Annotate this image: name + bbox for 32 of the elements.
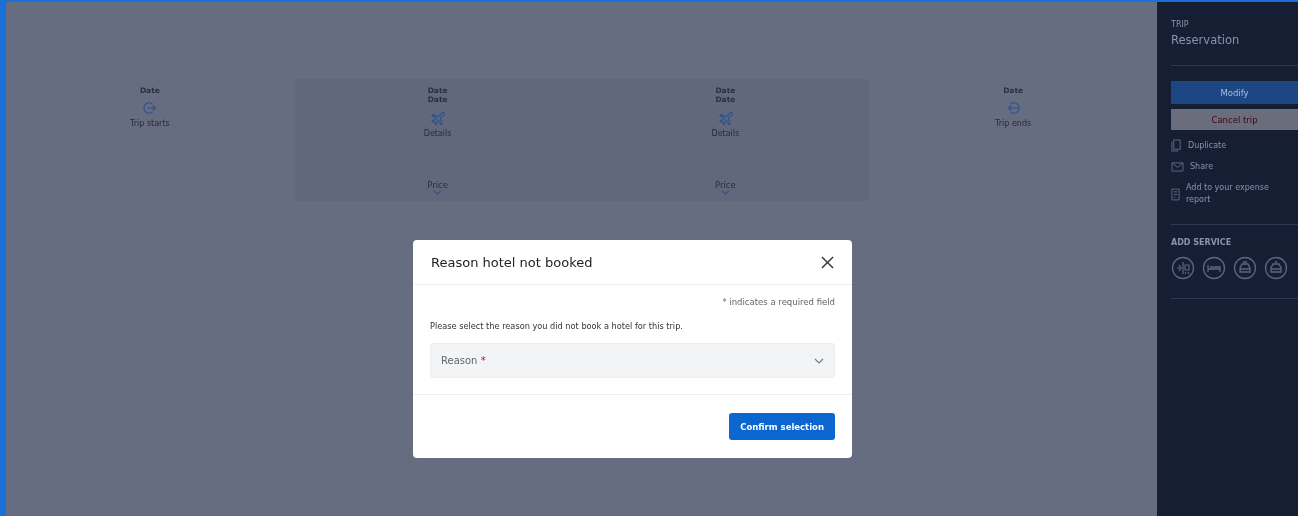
copy-icon [1171,139,1182,152]
modify-button[interactable]: Modify [1171,81,1298,104]
confirm-button[interactable]: Confirm selection [729,413,835,440]
segment-label: Trip ends [995,119,1032,128]
dialog-title: Reason hotel not booked [431,254,593,270]
sidebar-action-link[interactable]: Share [1190,161,1290,173]
sidebar-action-link[interactable]: Duplicate [1188,139,1288,152]
enter-arrow-icon [1006,101,1021,115]
prompt-text: Please select the reason you did not book a hotel for this trip. [430,321,684,331]
exit-arrow-icon [142,101,157,115]
receipt-icon [1171,187,1180,201]
airplane-icon [717,110,733,125]
trip-title: Reservation [1171,33,1241,47]
chevron-down-icon [814,357,824,364]
chevron-down-icon [720,190,730,195]
cancel-trip-button[interactable]: Cancel trip [1171,109,1298,130]
section-heading: ADD SERVICE [1171,238,1233,247]
section-label: TRIP [1171,20,1190,29]
car-icon[interactable] [1233,256,1257,280]
segment-label: Details [423,129,452,138]
required-note: * indicates a required field [722,297,835,307]
envelope-icon [1171,162,1184,172]
plane-and-train-icon[interactable] [1171,256,1195,280]
segment-label: Trip starts [130,119,170,128]
segment-label: Details [711,129,740,138]
airplane-icon [430,110,446,125]
bed-icon[interactable] [1202,256,1226,280]
chevron-down-icon [433,190,443,195]
taxi-icon[interactable] [1264,256,1288,280]
sidebar-action-link[interactable]: Add to your expense report [1186,182,1286,206]
close-icon[interactable] [821,255,834,269]
reason-select[interactable]: Reason * [430,343,835,378]
